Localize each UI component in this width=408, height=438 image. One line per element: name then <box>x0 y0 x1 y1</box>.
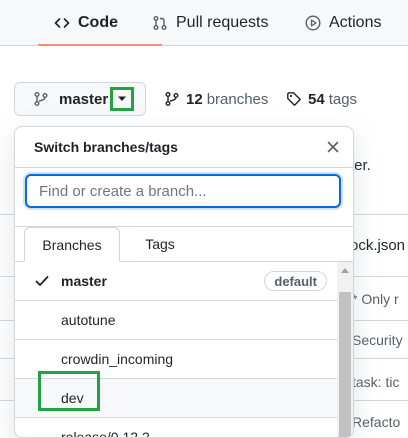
tab-code[interactable]: Code <box>38 0 162 46</box>
dev-highlight-box <box>38 371 100 411</box>
branches-count: 12 <box>186 90 203 108</box>
git-branch-icon <box>34 92 48 106</box>
filter-section <box>15 168 353 227</box>
background-file-name: ock.json <box>350 237 406 254</box>
tag-icon <box>287 92 301 106</box>
tags-label: tags <box>328 90 358 108</box>
branch-item-release[interactable]: release/0.12.2 <box>15 418 337 438</box>
tab-tags[interactable]: Tags <box>125 227 195 261</box>
git-branch-icon <box>165 92 179 106</box>
commit-message: * Only r <box>352 291 399 307</box>
tags-count: 54 <box>308 90 325 108</box>
repo-nav: Code Pull requests Actions <box>0 0 408 46</box>
close-button[interactable] <box>323 137 343 157</box>
commit-message: Security <box>352 332 403 348</box>
current-branch-name: master <box>59 90 109 108</box>
list-scrollbar[interactable] <box>337 262 353 437</box>
dropdown-header: Switch branches/tags <box>15 127 353 168</box>
tab-actions-label: Actions <box>329 13 382 31</box>
tab-branches[interactable]: Branches <box>24 227 120 262</box>
branch-item-label: master <box>61 273 107 289</box>
branches-label: branches <box>206 90 269 108</box>
caret-down-icon <box>118 96 126 101</box>
tab-pull-requests[interactable]: Pull requests <box>152 0 269 45</box>
branch-item-master[interactable]: master default <box>15 262 337 301</box>
git-pull-request-icon <box>153 15 167 30</box>
active-tab-underline <box>38 44 162 46</box>
scroll-thumb[interactable] <box>339 292 351 437</box>
play-icon <box>305 14 321 31</box>
branch-list: master default autotune crowdin_incoming… <box>15 262 337 438</box>
check-icon <box>35 276 49 286</box>
scroll-up-arrow-icon[interactable] <box>341 268 349 273</box>
code-icon <box>54 17 70 28</box>
tab-actions[interactable]: Actions <box>305 0 381 45</box>
dropdown-title: Switch branches/tags <box>34 139 178 155</box>
branch-item-label: autotune <box>61 312 116 328</box>
branch-item-label: release/0.12.2 <box>61 429 150 438</box>
tags-count-link[interactable]: 54 tags <box>286 82 357 116</box>
branch-filter-input[interactable] <box>25 174 341 208</box>
branch-dropdown-caret[interactable] <box>110 87 134 111</box>
default-badge: default <box>264 271 327 291</box>
tab-pull-requests-label: Pull requests <box>176 13 269 31</box>
tab-code-label: Code <box>78 13 118 31</box>
close-icon <box>327 141 339 153</box>
branch-item-label: crowdin_incoming <box>61 351 174 367</box>
commit-message: task: tic <box>352 374 400 390</box>
branch-item-autotune[interactable]: autotune <box>15 301 337 340</box>
branches-count-link[interactable]: 12 branches <box>164 82 268 116</box>
dropdown-tabs: Branches Tags <box>15 227 353 262</box>
